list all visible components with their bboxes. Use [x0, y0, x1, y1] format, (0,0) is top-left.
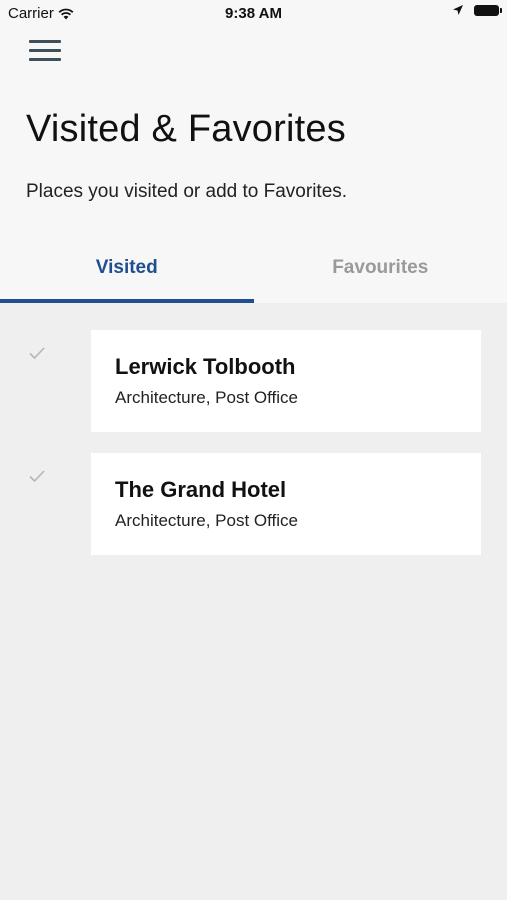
location-arrow-icon [453, 5, 463, 15]
header-area: Carrier 9:38 AM Visited & Favorites Plac… [0, 0, 507, 303]
place-categories: Architecture, Post Office [115, 511, 298, 530]
list-item: The Grand Hotel Architecture, Post Offic… [0, 426, 507, 555]
visited-list: Lerwick Tolbooth Architecture, Post Offi… [0, 303, 507, 555]
place-card[interactable]: Lerwick Tolbooth Architecture, Post Offi… [91, 330, 481, 432]
status-right [452, 4, 502, 16]
place-card[interactable]: The Grand Hotel Architecture, Post Offic… [91, 453, 481, 555]
page-title: Visited & Favorites [26, 108, 346, 150]
checkmark-icon [29, 470, 45, 483]
tab-bar: Visited Favourites [0, 243, 507, 303]
tab-favourites[interactable]: Favourites [254, 243, 507, 303]
checkmark-icon [29, 347, 45, 360]
battery-icon [474, 4, 502, 16]
status-bar: Carrier 9:38 AM [0, 0, 507, 28]
place-name: Lerwick Tolbooth [115, 354, 296, 379]
tab-visited[interactable]: Visited [0, 243, 254, 303]
place-categories: Architecture, Post Office [115, 388, 298, 407]
status-time: 9:38 AM [225, 5, 282, 22]
hamburger-menu-icon[interactable] [29, 40, 61, 64]
place-name: The Grand Hotel [115, 477, 287, 502]
page-subtitle: Places you visited or add to Favorites. [26, 181, 348, 202]
list-item: Lerwick Tolbooth Architecture, Post Offi… [0, 303, 507, 432]
